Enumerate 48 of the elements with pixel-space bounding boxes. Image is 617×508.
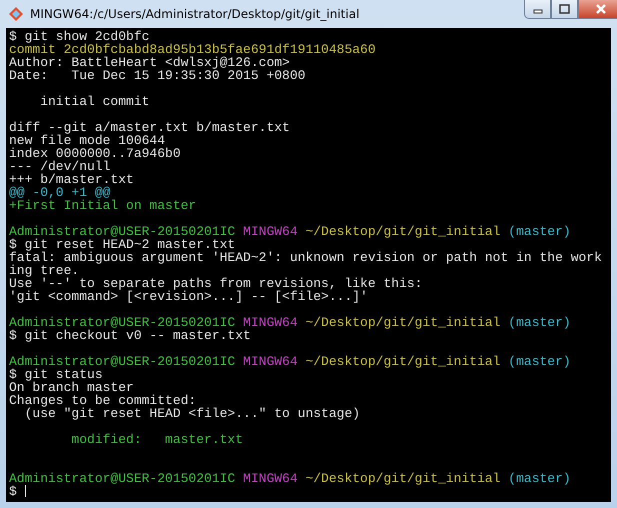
maximize-button[interactable] (551, 0, 578, 19)
prompt-user-host: Administrator@USER-20150201IC (9, 355, 236, 368)
output-text: $ git show 2cd0bfc (9, 30, 150, 43)
prompt-path: ~/Desktop/git/git_initial (305, 472, 500, 485)
maximize-icon (559, 4, 570, 14)
output-text: Changes to be committed: (9, 394, 196, 407)
prompt-branch: (master) (508, 316, 571, 329)
output-text: initial commit (39, 95, 150, 108)
minimize-button[interactable] (524, 0, 551, 19)
diamond-logo-icon (8, 6, 24, 22)
prompt-path: ~/Desktop/git/git_initial (305, 225, 500, 238)
output-text: $ git reset HEAD~2 master.txt (9, 238, 236, 251)
prompt-system-name: MINGW64 (243, 316, 298, 329)
added-line-text: +First Initial on master (9, 199, 196, 212)
output-text: $ git checkout v0 -- master.txt (9, 329, 251, 342)
output-text: +++ b/master.txt (9, 173, 134, 186)
diff-hunk-header: @@ -0,0 +1 @@ (9, 186, 110, 199)
output-text: Use '--' to separate paths from revisions, like this: (9, 277, 422, 290)
commit-hash-text: commit 2cd0bfcbabd8ad95b13b5fae691df19110485a60 (9, 43, 376, 56)
prompt-system-name: MINGW64 (243, 355, 298, 368)
prompt-path: ~/Desktop/git/git_initial (305, 355, 500, 368)
prompt-system-name: MINGW64 (243, 472, 298, 485)
output-text: diff --git a/master.txt b/master.txt (9, 121, 290, 134)
output-text: 'git <command> [<revision>...] -- [<file>...]' (9, 290, 368, 303)
output-text: new file mode 100644 (9, 134, 166, 147)
output-text: ing tree. (9, 264, 80, 277)
output-text: On branch master (9, 381, 134, 394)
prompt-user-host: Administrator@USER-20150201IC (9, 316, 236, 329)
output-text: Date: Tue Dec 15 19:35:30 2015 +0800 (9, 69, 306, 82)
prompt-branch: (master) (508, 225, 571, 238)
output-text: index 0000000..7a946b0 (9, 147, 181, 160)
close-button[interactable] (578, 0, 617, 19)
output-text: (use "git reset HEAD <file>..." to unstage) (24, 407, 360, 420)
window-title: MINGW64:/c/Users/Administrator/Desktop/git/git_initial (30, 7, 360, 21)
output-text: fatal: ambiguous argument 'HEAD~2': unknown revision or path not in the work (9, 251, 602, 264)
prompt-branch: (master) (508, 355, 571, 368)
output-text: Author: BattleHeart <dwlsxj@126.com> (9, 56, 290, 69)
output-text: $ git status (9, 368, 103, 381)
output-text: --- /dev/null (9, 160, 110, 173)
prompt-branch: (master) (508, 472, 571, 485)
output-text: $ (9, 485, 17, 498)
prompt-system-name: MINGW64 (243, 225, 298, 238)
prompt-path: ~/Desktop/git/git_initial (305, 316, 500, 329)
added-line-text: modified: master.txt (70, 433, 244, 446)
terminal-console[interactable] (6, 28, 611, 502)
prompt-user-host: Administrator@USER-20150201IC (9, 225, 236, 238)
close-icon (596, 4, 606, 14)
prompt-user-host: Administrator@USER-20150201IC (9, 472, 236, 485)
